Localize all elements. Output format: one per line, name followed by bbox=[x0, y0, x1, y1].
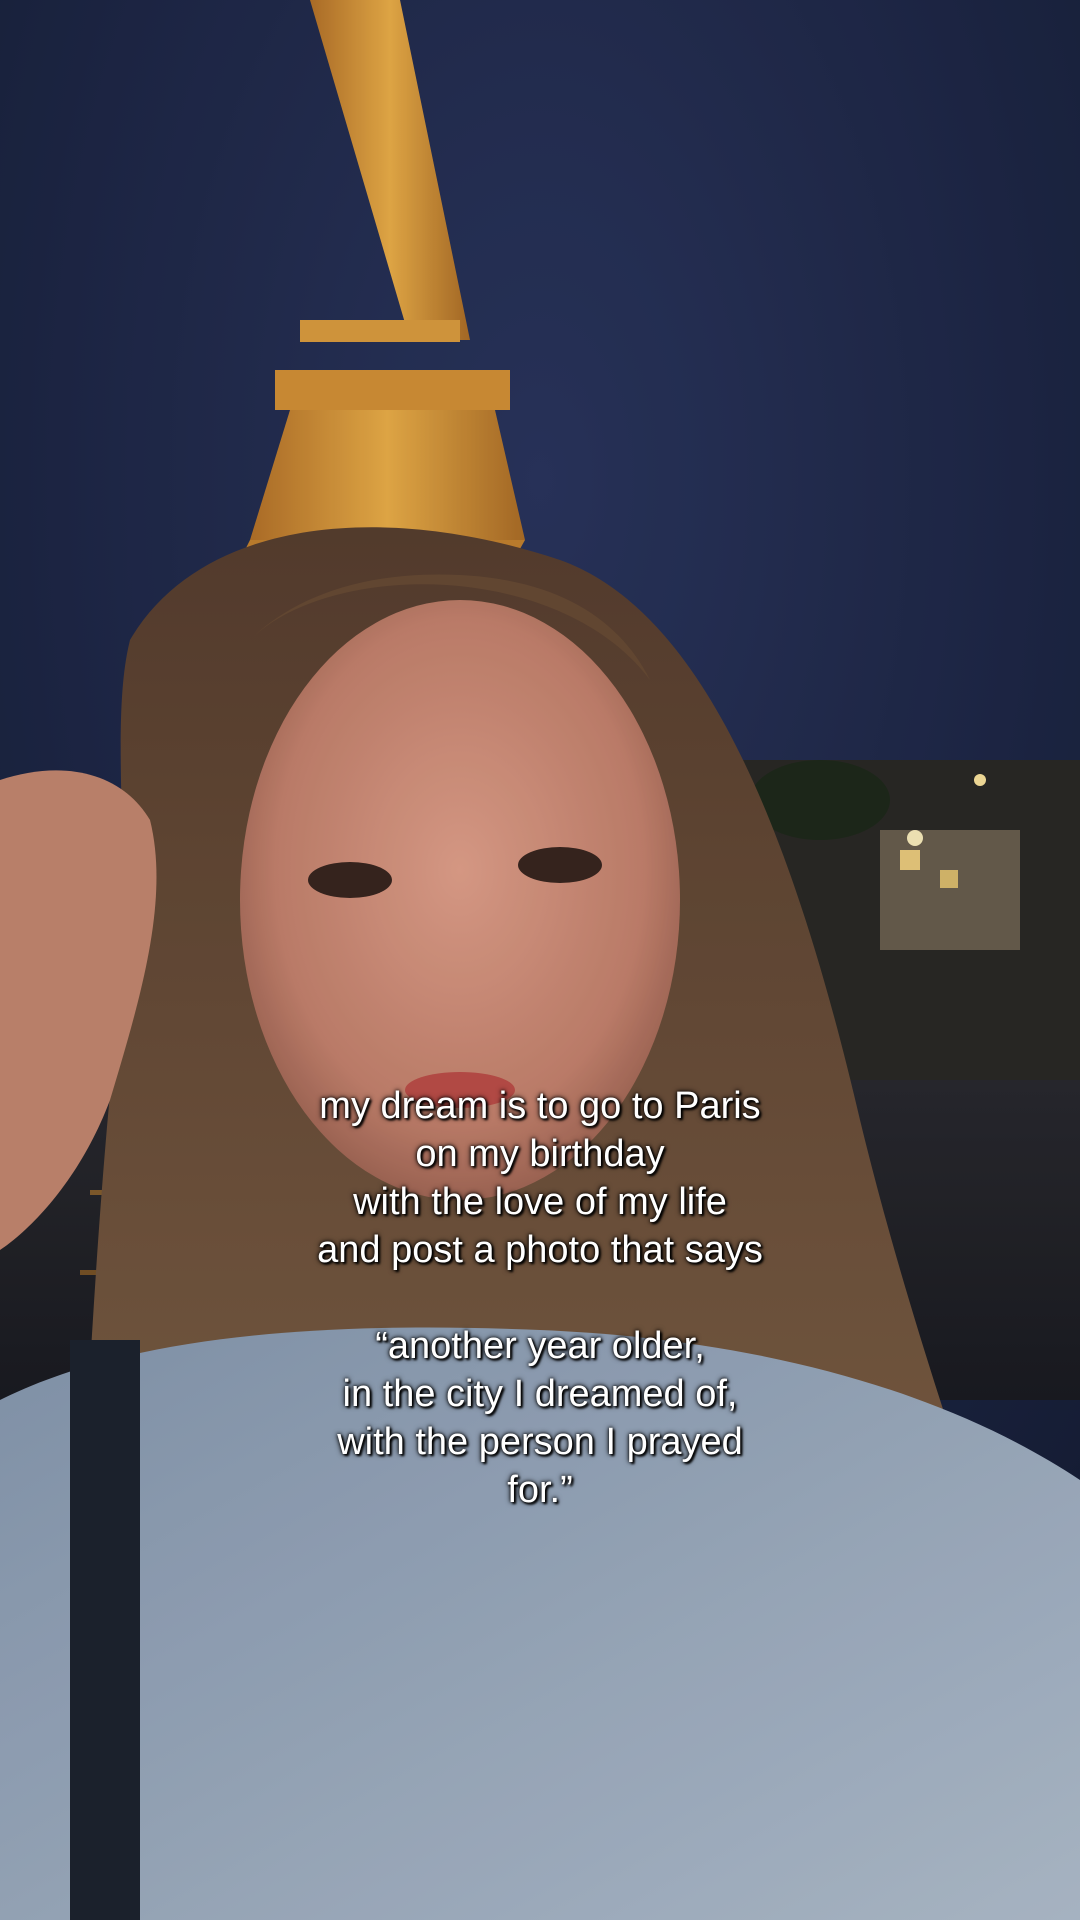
caption-line-9: for.” bbox=[507, 1469, 573, 1511]
caption-line-8: with the person I prayed bbox=[337, 1421, 743, 1463]
background-photo bbox=[0, 0, 1080, 1920]
caption-line-3: with the love of my life bbox=[353, 1181, 727, 1223]
caption-line-1: my dream is to go to Paris bbox=[319, 1085, 761, 1127]
photo-scene: my dream is to go to Paris on my birthda… bbox=[0, 0, 1080, 1920]
video-caption: my dream is to go to Paris on my birthda… bbox=[0, 1082, 1080, 1514]
caption-line-4: and post a photo that says bbox=[317, 1229, 763, 1271]
caption-line-6: “another year older, bbox=[375, 1325, 705, 1367]
caption-line-2: on my birthday bbox=[415, 1133, 665, 1175]
caption-line-7: in the city I dreamed of, bbox=[342, 1373, 738, 1415]
